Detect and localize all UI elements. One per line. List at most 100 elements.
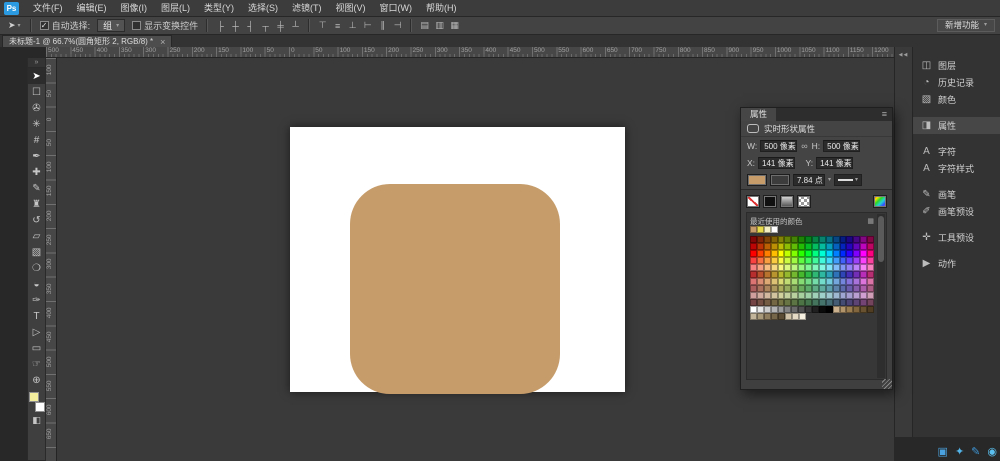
pattern-fill-button[interactable] <box>797 195 811 208</box>
color-swatch[interactable] <box>778 299 785 306</box>
color-swatch[interactable] <box>805 306 812 313</box>
stroke-color-swatch[interactable] <box>770 174 790 186</box>
color-swatch[interactable] <box>812 243 819 250</box>
color-swatch[interactable] <box>784 271 791 278</box>
color-swatch[interactable] <box>867 264 874 271</box>
color-swatch[interactable] <box>819 271 826 278</box>
color-swatch[interactable] <box>805 264 812 271</box>
align-right-edges-button[interactable]: ┤ <box>243 19 258 33</box>
color-swatch[interactable] <box>833 236 840 243</box>
stroke-width-input[interactable]: 7.84 点 <box>793 174 825 186</box>
menu-item[interactable]: 窗口(W) <box>373 0 420 16</box>
path-selection-tool-button[interactable]: ▷ <box>28 324 45 340</box>
taskbar-app-1-icon[interactable]: ▣ <box>938 445 948 460</box>
rectangle-shape-tool-button[interactable]: ▭ <box>28 340 45 356</box>
background-color-swatch[interactable] <box>35 402 45 412</box>
distribute-top-edges-button[interactable]: ⊤ <box>315 19 330 33</box>
color-swatch[interactable] <box>798 250 805 257</box>
type-tool-button[interactable]: T <box>28 308 45 324</box>
color-swatch[interactable] <box>757 236 764 243</box>
color-swatch[interactable] <box>853 292 860 299</box>
color-swatch[interactable] <box>819 243 826 250</box>
color-swatch[interactable] <box>771 271 778 278</box>
align-top-edges-button[interactable]: ┬ <box>258 19 273 33</box>
color-swatch[interactable] <box>805 278 812 285</box>
color-swatch[interactable] <box>771 278 778 285</box>
move-tool-button[interactable]: ➤ <box>28 68 45 84</box>
color-swatch[interactable] <box>798 306 805 313</box>
color-swatch[interactable] <box>791 257 798 264</box>
height-input[interactable]: 500 像素 <box>823 140 860 152</box>
color-swatch[interactable] <box>860 271 867 278</box>
lasso-tool-button[interactable]: ✇ <box>28 100 45 116</box>
dock-button-history[interactable]: ◔历史记录 <box>913 74 1000 91</box>
color-swatch[interactable] <box>764 306 771 313</box>
color-swatch[interactable] <box>791 243 798 250</box>
color-swatch[interactable] <box>812 292 819 299</box>
color-swatch[interactable] <box>764 264 771 271</box>
color-swatch[interactable] <box>791 292 798 299</box>
menu-item[interactable]: 类型(Y) <box>197 0 241 16</box>
menu-item[interactable]: 视图(V) <box>329 0 373 16</box>
color-swatch[interactable] <box>798 271 805 278</box>
color-swatch[interactable] <box>819 236 826 243</box>
color-picker-button[interactable] <box>873 195 887 208</box>
color-swatch[interactable] <box>833 271 840 278</box>
color-swatch[interactable] <box>750 313 757 320</box>
color-swatch[interactable] <box>853 306 860 313</box>
color-swatch[interactable] <box>867 271 874 278</box>
color-swatch[interactable] <box>791 250 798 257</box>
color-swatch[interactable] <box>853 299 860 306</box>
color-swatch[interactable] <box>778 306 785 313</box>
color-swatch[interactable] <box>778 243 785 250</box>
dock-button-tool-presets[interactable]: ✛工具预设 <box>913 229 1000 246</box>
align-horizontal-centers-button[interactable]: ┼ <box>228 19 243 33</box>
foreground-background-colors[interactable] <box>29 392 45 412</box>
dock-divider-strip[interactable]: ◀◀ <box>894 47 912 437</box>
color-swatch[interactable] <box>819 285 826 292</box>
rounded-rectangle-shape[interactable] <box>350 184 560 394</box>
recent-color-swatch[interactable] <box>757 226 764 233</box>
color-swatch[interactable] <box>833 278 840 285</box>
color-swatch[interactable] <box>846 236 853 243</box>
color-swatch[interactable] <box>784 236 791 243</box>
color-swatch[interactable] <box>757 299 764 306</box>
history-brush-tool-button[interactable]: ↺ <box>28 212 45 228</box>
color-swatch[interactable] <box>798 278 805 285</box>
hand-tool-button[interactable]: ☞ <box>28 356 45 372</box>
color-swatch[interactable] <box>805 271 812 278</box>
color-swatch[interactable] <box>778 278 785 285</box>
color-swatch[interactable] <box>819 306 826 313</box>
color-swatch[interactable] <box>750 264 757 271</box>
dock-button-color[interactable]: ▧颜色 <box>913 91 1000 108</box>
color-swatch[interactable] <box>867 285 874 292</box>
color-swatch[interactable] <box>764 292 771 299</box>
color-swatch[interactable] <box>819 257 826 264</box>
pen-tool-button[interactable]: ✑ <box>28 292 45 308</box>
menu-item[interactable]: 选择(S) <box>241 0 285 16</box>
color-swatch[interactable] <box>771 250 778 257</box>
menu-item[interactable]: 图层(L) <box>154 0 197 16</box>
color-swatch[interactable] <box>853 264 860 271</box>
distribute-vertical-centers-button[interactable]: ≡ <box>330 19 345 33</box>
color-swatch[interactable] <box>805 285 812 292</box>
color-swatch[interactable] <box>791 236 798 243</box>
color-swatch[interactable] <box>853 250 860 257</box>
crop-tool-button[interactable]: # <box>28 132 45 148</box>
color-swatch[interactable] <box>784 257 791 264</box>
menu-item[interactable]: 帮助(H) <box>419 0 464 16</box>
color-swatch[interactable] <box>840 250 847 257</box>
color-swatch[interactable] <box>764 313 771 320</box>
color-swatch[interactable] <box>791 285 798 292</box>
stroke-type-dropdown[interactable]: ▾ <box>834 174 862 186</box>
color-swatch[interactable] <box>853 257 860 264</box>
color-swatch[interactable] <box>840 264 847 271</box>
color-swatch[interactable] <box>840 243 847 250</box>
color-swatch[interactable] <box>812 257 819 264</box>
color-swatch[interactable] <box>750 243 757 250</box>
color-swatch[interactable] <box>826 306 833 313</box>
clone-stamp-tool-button[interactable]: ♜ <box>28 196 45 212</box>
color-swatch[interactable] <box>833 257 840 264</box>
color-swatch[interactable] <box>750 236 757 243</box>
color-swatch[interactable] <box>853 285 860 292</box>
